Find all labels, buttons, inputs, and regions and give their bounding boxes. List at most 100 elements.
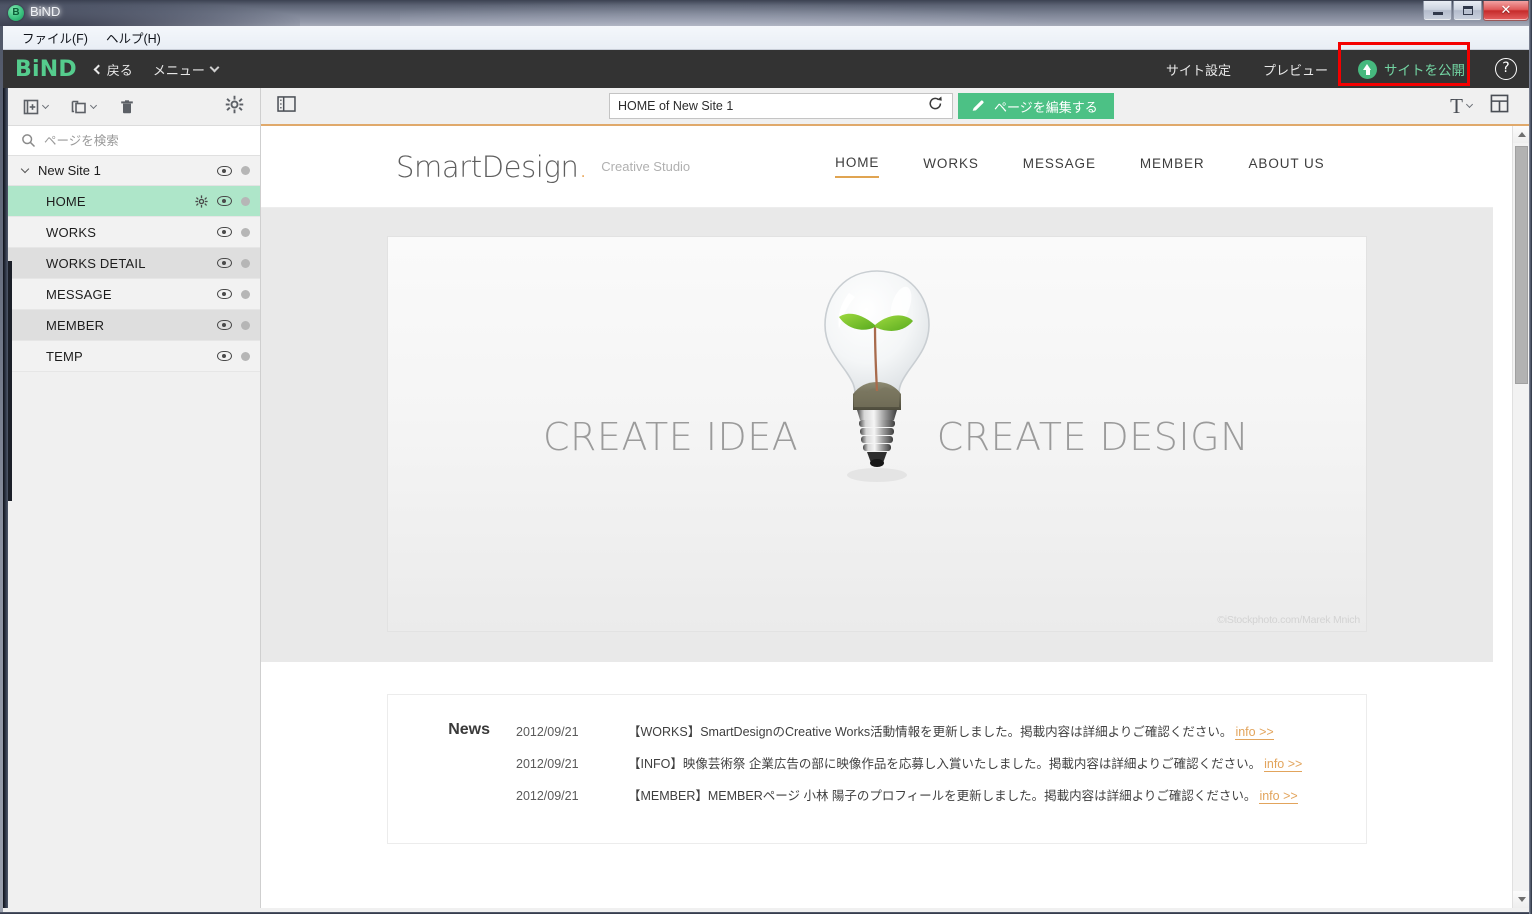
delete-page-button[interactable] [118,98,136,116]
page-label: HOME [46,193,86,209]
edit-page-button[interactable]: ページを編集する [958,93,1114,119]
status-dot [241,351,250,361]
main-pane: HOME of New Site 1 ページを編集する T SmartDesig… [261,88,1529,908]
status-dot [241,258,250,268]
site-nav-works[interactable]: WORKS [923,156,979,177]
news-info-link[interactable]: info >> [1259,789,1298,804]
minimize-button[interactable] [1423,1,1452,21]
site-settings-link[interactable]: サイト設定 [1150,60,1247,79]
maximize-button[interactable] [1453,1,1482,21]
news-item: 2012/09/21 【WORKS】SmartDesignのCreative W… [516,721,1302,740]
search-input[interactable] [44,133,224,148]
page-row-icons [217,289,260,299]
upload-arrow-icon [1358,59,1377,79]
scroll-up-button[interactable] [1513,126,1529,143]
sidebar-scrollbar[interactable] [8,261,12,501]
news-info-link[interactable]: info >> [1264,757,1303,772]
window-title: BiND [30,4,61,19]
search-icon [22,134,36,148]
lightbulb-with-sprout [813,263,941,558]
page-row-icons [217,227,260,237]
back-button[interactable]: 戻る [93,60,133,79]
scroll-down-button[interactable] [1513,891,1529,908]
status-dot [241,320,250,330]
main-toolbar-right: T [1450,94,1529,118]
visibility-eye-icon[interactable] [217,320,232,330]
app-header: BiND 戻る メニュー サイト設定 プレビュー サイトを公開 ? [3,42,1529,88]
visibility-eye-icon[interactable] [217,258,232,268]
duplicate-page-button[interactable] [70,98,98,116]
sidebar-item-works-detail[interactable]: WORKS DETAIL [8,248,260,279]
pages-sidebar: New Site 1 HOME [8,88,261,908]
menu-bar: ファイル(F) ヘルプ(H) [3,26,1529,50]
news-date: 2012/09/21 [516,725,579,739]
trash-icon [121,99,133,113]
maximize-icon [1462,6,1473,15]
add-page-button[interactable] [22,98,50,116]
site-root-row[interactable]: New Site 1 [8,156,260,186]
menu-file[interactable]: ファイル(F) [13,25,97,50]
visibility-eye-icon[interactable] [217,227,232,237]
sidebar-item-temp[interactable]: TEMP [8,341,260,372]
site-logo: SmartDesign. [396,149,588,184]
site-name-label: New Site 1 [38,163,101,178]
close-icon: ✕ [1500,3,1512,18]
status-dot [241,289,250,299]
hero-banner: CREATE IDEA CREATE DESIGN ©iStockphoto.c… [387,236,1367,632]
news-info-link[interactable]: info >> [1235,725,1274,740]
page-row-icons [217,351,260,361]
page-settings-gear-icon[interactable] [195,194,208,208]
visibility-eye-icon[interactable] [217,351,232,361]
site-logo-text: SmartDesign [396,149,579,184]
scrollbar-thumb[interactable] [1515,146,1528,384]
bind-app-icon: B [8,5,24,21]
add-page-icon [23,99,39,114]
sidebar-search-row[interactable] [8,126,260,156]
publish-site-button[interactable]: サイトを公開 [1358,59,1465,79]
help-button[interactable]: ? [1495,58,1517,80]
menu-dropdown-button[interactable]: メニュー [153,60,220,79]
text-tool-button[interactable]: T [1450,95,1474,117]
site-preview-canvas[interactable]: SmartDesign. Creative Studio HOME WORKS … [261,126,1529,908]
sidebar-item-member[interactable]: MEMBER [8,310,260,341]
body-area: New Site 1 HOME [3,88,1529,908]
sidebar-item-message[interactable]: MESSAGE [8,279,260,310]
news-card: News 2012/09/21 【WORKS】SmartDesignのCreat… [387,694,1367,844]
reload-button[interactable] [927,95,944,117]
preview-link[interactable]: プレビュー [1247,60,1344,79]
page-url-field[interactable]: HOME of New Site 1 [609,93,953,119]
close-button[interactable]: ✕ [1483,1,1529,21]
grid-layout-button[interactable] [1490,94,1509,118]
visibility-eye-icon[interactable] [217,196,232,206]
page-url-value: HOME of New Site 1 [618,99,734,113]
publish-site-wrapper: サイトを公開 [1338,42,1479,86]
news-item: 2012/09/21 【INFO】映像芸術祭 企業広告の部に映像作品を応募し入賞… [516,753,1303,772]
site-nav: HOME WORKS MESSAGE MEMBER ABOUT US [835,155,1324,178]
menu-help[interactable]: ヘルプ(H) [97,25,170,50]
sidebar-settings-button[interactable] [225,95,244,119]
site-page: SmartDesign. Creative Studio HOME WORKS … [261,126,1493,884]
gear-icon [225,95,244,113]
panel-toggle-button[interactable] [277,95,296,117]
site-nav-member[interactable]: MEMBER [1140,156,1205,177]
visibility-eye-icon[interactable] [217,289,232,299]
page-label: MEMBER [46,317,105,333]
app-brand-logo: BiND [15,56,77,82]
minimize-icon [1432,11,1443,15]
sidebar-item-home[interactable]: HOME [8,186,260,217]
news-date: 2012/09/21 [516,789,579,803]
sidebar-toolbar [8,88,260,126]
page-row-icons [217,258,260,268]
main-toolbar: HOME of New Site 1 ページを編集する T [261,88,1529,126]
page-label: MESSAGE [46,286,112,302]
site-nav-message[interactable]: MESSAGE [1023,156,1096,177]
chevron-down-icon[interactable] [20,164,30,174]
page-row-icons [217,320,260,330]
site-nav-about-us[interactable]: ABOUT US [1249,156,1325,177]
visibility-eye-icon[interactable] [217,165,232,176]
preview-vertical-scrollbar[interactable] [1512,126,1529,908]
chevron-down-icon [41,101,50,109]
site-nav-home[interactable]: HOME [835,155,880,178]
sidebar-item-works[interactable]: WORKS [8,217,260,248]
header-left-nav: 戻る メニュー [93,60,220,79]
